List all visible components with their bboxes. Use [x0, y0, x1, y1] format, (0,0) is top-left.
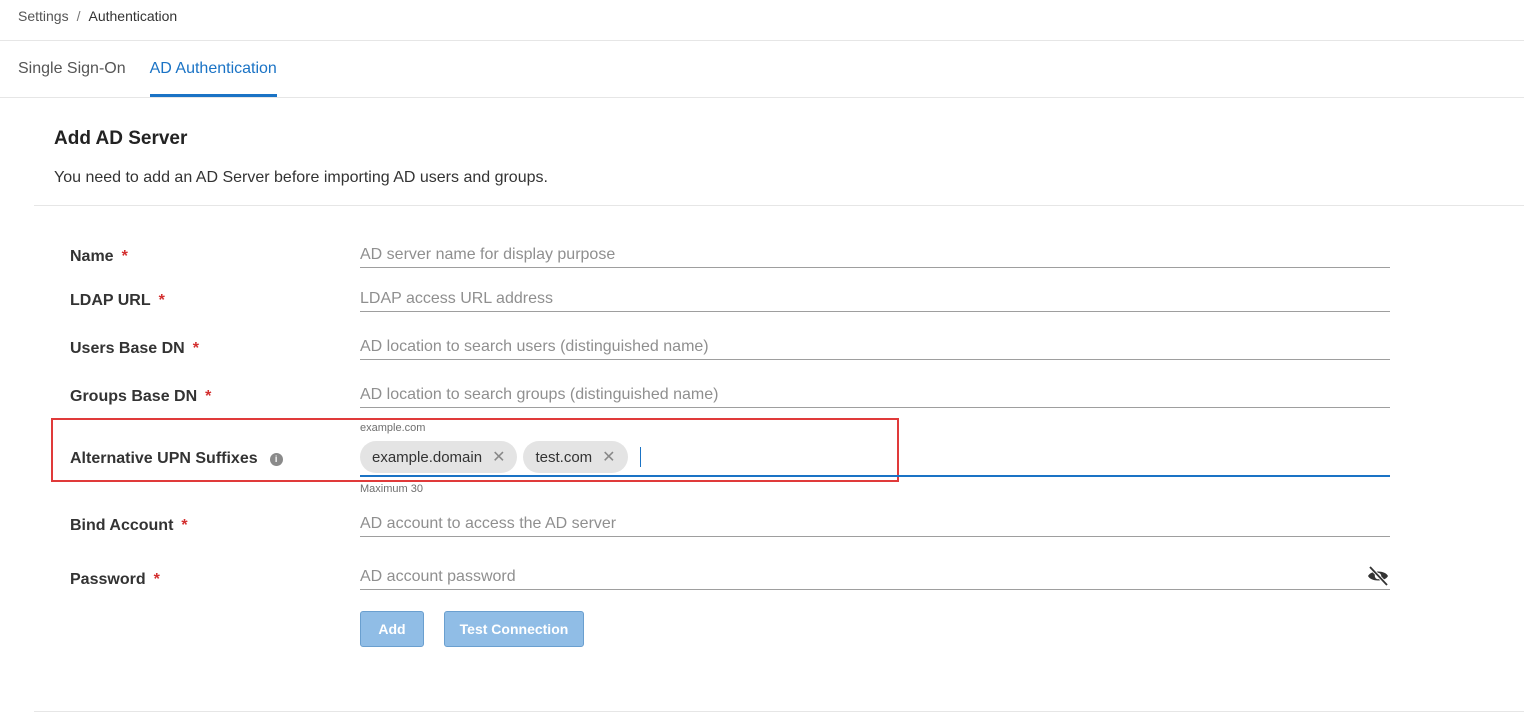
bind-account-label-text: Bind Account — [70, 517, 174, 534]
ldap-url-field — [360, 290, 1390, 312]
upn-suffixes-hint: example.com — [360, 422, 426, 434]
groups-base-dn-label: Groups Base DN * — [70, 388, 211, 406]
breadcrumb-current: Authentication — [88, 8, 178, 24]
eye-off-icon[interactable] — [1366, 565, 1390, 587]
ldap-url-input[interactable] — [360, 290, 1390, 311]
password-field — [360, 565, 1390, 590]
groups-base-dn-input[interactable] — [360, 386, 1390, 407]
required-marker: * — [181, 517, 188, 534]
bind-account-label: Bind Account * — [70, 517, 188, 535]
breadcrumb-separator: / — [76, 8, 81, 24]
test-connection-button[interactable]: Test Connection — [444, 611, 584, 647]
groups-base-dn-label-text: Groups Base DN — [70, 388, 198, 405]
info-icon[interactable]: i — [269, 452, 283, 466]
upn-suffixes-label-text: Alternative UPN Suffixes — [70, 450, 258, 467]
text-caret — [639, 447, 641, 467]
section-divider — [34, 205, 1524, 206]
breadcrumb: Settings / Authentication — [18, 8, 177, 24]
upn-suffixes-label: Alternative UPN Suffixes i — [70, 450, 283, 468]
users-base-dn-field — [360, 338, 1390, 360]
chip-test-com: test.com ✕ — [523, 441, 628, 473]
footer-divider — [34, 711, 1524, 712]
groups-base-dn-field — [360, 386, 1390, 408]
breadcrumb-settings[interactable]: Settings — [18, 8, 69, 24]
required-marker: * — [121, 248, 128, 265]
tab-single-sign-on[interactable]: Single Sign-On — [18, 41, 126, 97]
users-base-dn-input[interactable] — [360, 338, 1390, 359]
bind-account-field — [360, 515, 1390, 537]
name-label-text: Name — [70, 248, 114, 265]
password-label-text: Password — [70, 571, 146, 588]
password-label: Password * — [70, 571, 160, 589]
chip-close-icon[interactable]: ✕ — [492, 447, 505, 467]
ldap-url-label-text: LDAP URL — [70, 292, 151, 309]
tab-ad-authentication[interactable]: AD Authentication — [149, 41, 277, 97]
required-marker: * — [192, 340, 199, 357]
password-input[interactable] — [360, 568, 1350, 589]
required-marker: * — [153, 571, 160, 588]
add-button[interactable]: Add — [360, 611, 424, 647]
name-label: Name * — [70, 248, 128, 266]
bind-account-input[interactable] — [360, 515, 1390, 536]
tab-bar: Single Sign-On AD Authentication — [18, 41, 277, 97]
ldap-url-label: LDAP URL * — [70, 292, 165, 310]
chip-label: example.domain — [372, 448, 483, 466]
required-marker: * — [158, 292, 165, 309]
chip-example-domain: example.domain ✕ — [360, 441, 518, 473]
chip-label: test.com — [535, 448, 593, 466]
required-marker: * — [205, 388, 212, 405]
section-description: You need to add an AD Server before impo… — [54, 169, 548, 186]
section-title: Add AD Server — [54, 128, 188, 149]
name-field — [360, 246, 1390, 268]
upn-suffixes-field[interactable]: example.domain ✕ test.com ✕ — [360, 439, 1390, 477]
tabs-divider — [0, 97, 1524, 98]
upn-suffixes-helper: Maximum 30 — [360, 483, 423, 495]
name-input[interactable] — [360, 246, 1390, 267]
users-base-dn-label: Users Base DN * — [70, 340, 199, 358]
users-base-dn-label-text: Users Base DN — [70, 340, 185, 357]
chip-close-icon[interactable]: ✕ — [602, 447, 615, 467]
